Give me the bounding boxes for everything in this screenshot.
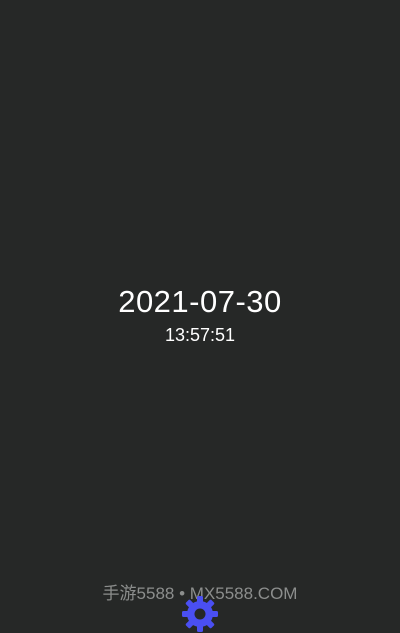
settings-button[interactable] bbox=[181, 595, 219, 633]
gear-icon bbox=[182, 596, 218, 632]
clock-display: 2021-07-30 13:57:51 bbox=[0, 282, 400, 346]
clock-time: 13:57:51 bbox=[164, 325, 236, 345]
clock-date: 2021-07-30 bbox=[118, 284, 282, 319]
